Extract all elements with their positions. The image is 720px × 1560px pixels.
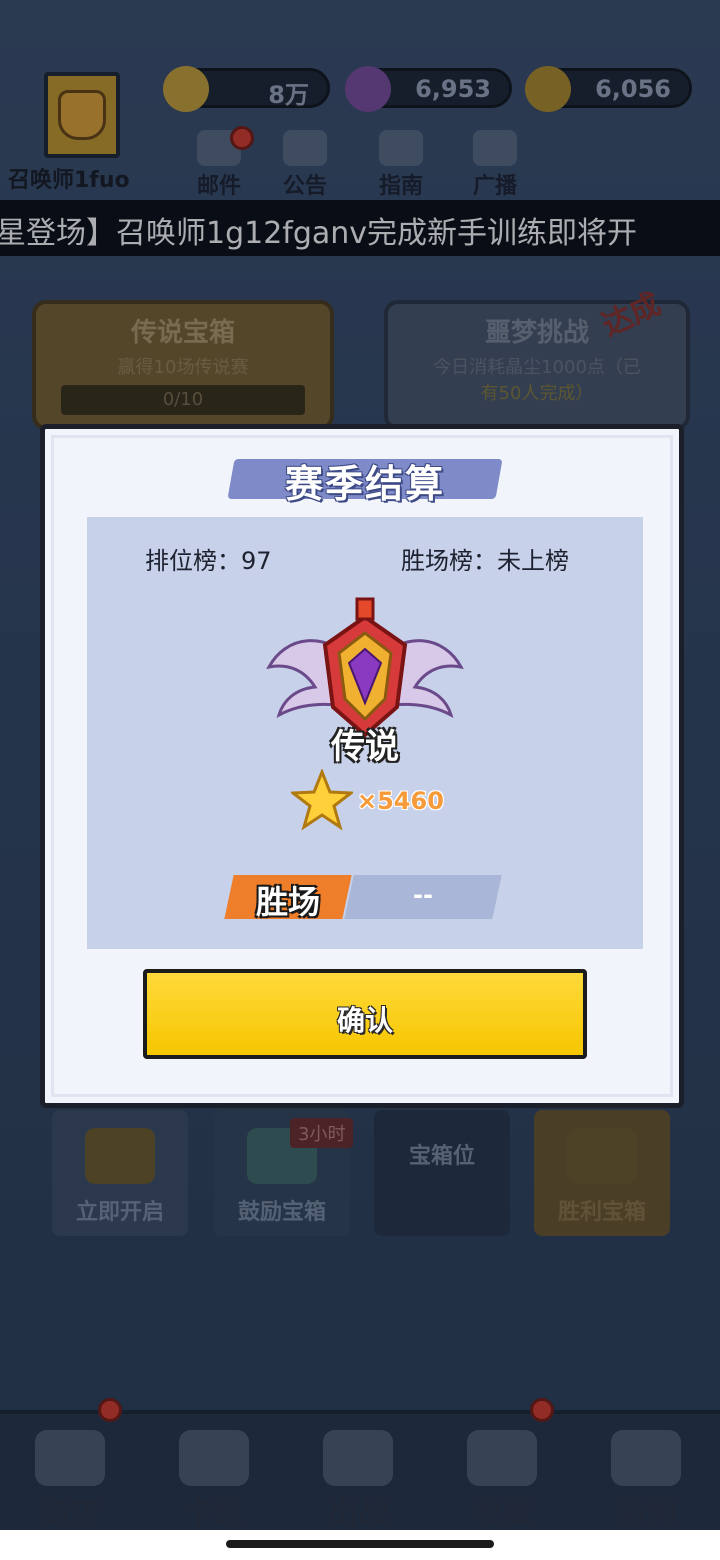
- rank-board-label: 排位榜：97: [145, 547, 272, 575]
- wins-value: --: [413, 881, 433, 909]
- win-board-label: 胜场榜：未上榜: [401, 547, 569, 575]
- tier-name: 传说: [331, 727, 399, 767]
- wins-label: 胜场: [255, 883, 320, 921]
- season-settlement-dialog: 赛季结算 排位榜：97 胜场榜：未上榜 传说 ×5460 胜场 -- 确认: [40, 424, 684, 1108]
- dialog-title: 赛季结算: [284, 462, 445, 506]
- star-count: ×5460: [357, 787, 444, 815]
- confirm-label: 确认: [336, 1004, 393, 1037]
- confirm-button[interactable]: 确认: [143, 969, 587, 1059]
- star-reward: ×5460: [288, 767, 461, 835]
- home-indicator[interactable]: [226, 1540, 494, 1548]
- gold-star-icon: [288, 767, 356, 831]
